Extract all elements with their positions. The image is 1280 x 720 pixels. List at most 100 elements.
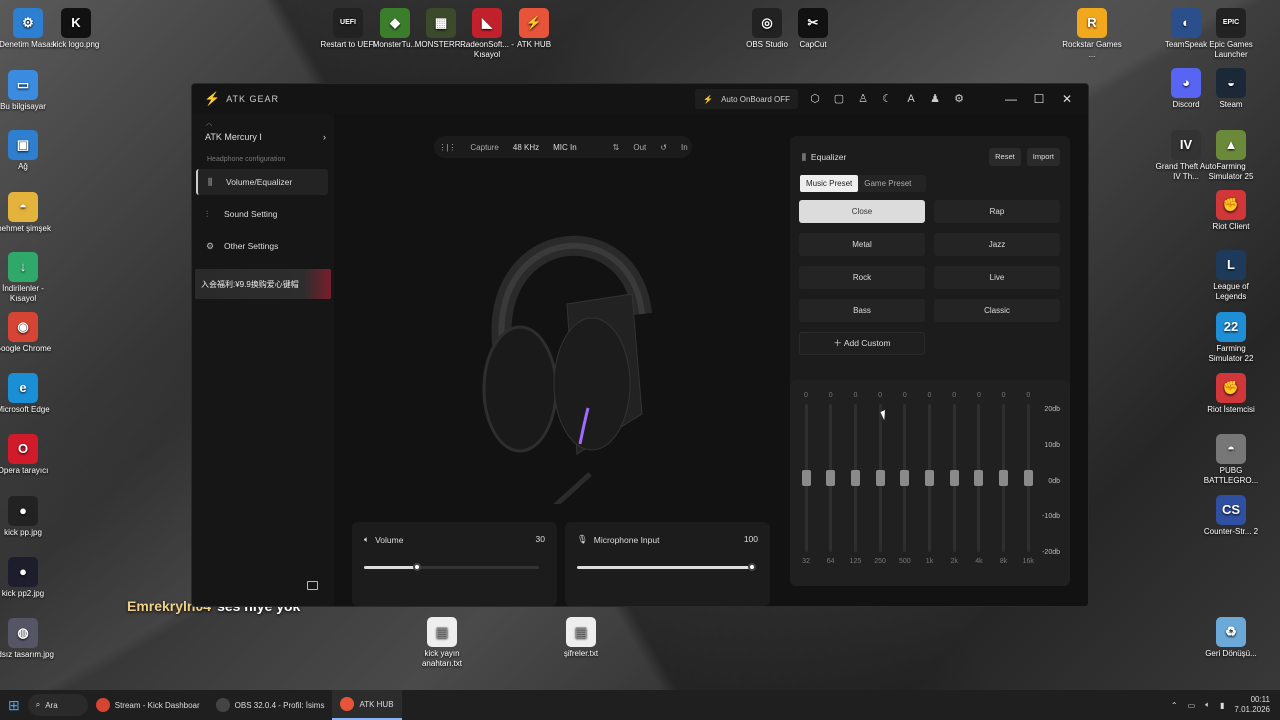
eq-band-thumb[interactable] — [974, 470, 984, 486]
eq-band-slider[interactable] — [801, 404, 811, 552]
desktop-icon-riotist[interactable]: ✊ Riot İstemcisi — [1199, 373, 1263, 415]
preset-rap[interactable]: Rap — [934, 200, 1060, 223]
preset-live[interactable]: Live — [934, 266, 1060, 289]
desktop-icon-rockstar[interactable]: R Rockstar Games ... — [1060, 8, 1124, 60]
add-custom-button[interactable]: ＋ Add Custom — [799, 332, 925, 355]
tab-music-preset[interactable]: Music Preset — [800, 175, 859, 192]
network-icon[interactable]: ▭ — [1188, 701, 1196, 710]
chevron-up-icon[interactable]: ⌃ — [1171, 701, 1178, 710]
clock[interactable]: 00:11 7.01.2026 — [1234, 695, 1270, 715]
desktop-icon-kickpp[interactable]: ● kick pp.jpg — [0, 496, 55, 538]
desktop-icon-geri[interactable]: ♻ Geri Dönüşü... — [1199, 617, 1263, 659]
close-button[interactable]: ✕ — [1058, 92, 1076, 106]
eq-band-slider[interactable] — [875, 404, 885, 552]
desktop-icon-cs2[interactable]: CS Counter-Str... 2 — [1199, 495, 1263, 537]
eq-band: 0 4k — [969, 392, 989, 565]
desktop-icon-opera[interactable]: O Opera tarayıcı — [0, 434, 55, 476]
desktop-icon-label: Farming Simulator 25 — [1208, 162, 1254, 181]
eq-band-thumb[interactable] — [999, 470, 1009, 486]
maximize-button[interactable]: ☐ — [1030, 92, 1048, 106]
volume-icon[interactable]: 🔈︎ — [1205, 700, 1210, 710]
kickpp2-icon: ● — [8, 557, 38, 587]
title-bar: ⚡ ATK GEAR ⚡ Auto OnBoard OFF ⬡ ▢ ♙ ☾ A ♟ … — [192, 84, 1088, 114]
eq-band-value: 0 — [804, 392, 808, 399]
eq-band-slider[interactable] — [1023, 404, 1033, 552]
desktop-icon-fs22[interactable]: 22 Farming Simulator 22 — [1199, 312, 1263, 364]
eq-band-slider[interactable] — [850, 404, 860, 552]
sidebar-item-sound-setting[interactable]: ⫶ Sound Setting — [196, 201, 328, 227]
user-icon[interactable]: ♟ — [928, 92, 942, 106]
desktop-icon-lol[interactable]: L League of Legends — [1199, 250, 1263, 302]
eq-band-thumb[interactable] — [1023, 470, 1033, 486]
eq-band-thumb[interactable] — [801, 470, 811, 486]
search-box[interactable]: ⌕ Ara — [27, 694, 88, 716]
desktop-icon-atkhub[interactable]: ⚡ ATK HUB — [502, 8, 566, 50]
mic-slider-knob[interactable] — [748, 563, 756, 571]
promo-banner[interactable]: 入会福利:¥9.9换购爱心键帽 — [195, 269, 331, 299]
eq-band-slider[interactable] — [925, 404, 934, 552]
desktop-icon-mehmet[interactable]: ◓ mehmet şimşek — [0, 192, 55, 234]
eq-band-slider[interactable] — [949, 404, 959, 552]
eq-band-thumb[interactable] — [925, 470, 934, 486]
desktop-icon-chrome[interactable]: ◉ Google Chrome — [0, 312, 55, 354]
taskbar-app[interactable]: Stream - Kick Dashboar — [88, 690, 208, 720]
eq-band-slider[interactable] — [900, 404, 910, 552]
preset-close[interactable]: Close — [799, 200, 925, 223]
auto-onboard-toggle[interactable]: ⚡ Auto OnBoard OFF — [695, 89, 798, 109]
desktop-icon-steam[interactable]: ◒ Steam — [1199, 68, 1263, 110]
mic-slider[interactable] — [577, 563, 756, 571]
preset-rock[interactable]: Rock — [799, 266, 925, 289]
translate-icon[interactable]: A — [904, 92, 918, 106]
device-selector[interactable]: ◠ ATK Mercury I › — [205, 123, 326, 142]
desktop-icon-kickpp2[interactable]: ● kick pp2.jpg — [0, 557, 55, 599]
reset-button[interactable]: Reset — [989, 148, 1021, 166]
desktop-icon-capcut[interactable]: ✂ CapCut — [781, 8, 845, 50]
desktop-icon-ag[interactable]: ▣ Ağ — [0, 130, 55, 172]
eq-band-thumb[interactable] — [949, 470, 959, 486]
sidebar-item-other-settings[interactable]: ⚙ Other Settings — [196, 233, 328, 259]
import-button[interactable]: Import — [1026, 148, 1060, 166]
desktop-icon-indirilenler[interactable]: ↓ İndirilenler - Kısayol — [0, 252, 55, 304]
eq-band-thumb[interactable] — [875, 470, 885, 486]
desktop-icon-adsiz[interactable]: ◍ Adsız tasarım.jpg — [0, 618, 55, 660]
eq-band-slider[interactable] — [999, 404, 1009, 552]
moon-icon[interactable]: ☾ — [880, 92, 894, 106]
desktop-icon-fs25[interactable]: ▲ Farming Simulator 25 — [1199, 130, 1263, 182]
volume-slider[interactable] — [364, 563, 539, 571]
battery-icon[interactable]: ▮ — [1220, 701, 1224, 710]
eq-band-value: 0 — [976, 392, 981, 399]
section-label: Headphone configuration — [207, 156, 286, 163]
taskbar-app[interactable]: OBS 32.0.4 - Profil: İsims — [208, 690, 333, 720]
preset-bass[interactable]: Bass — [799, 299, 925, 322]
clock-date: 7.01.2026 — [1234, 705, 1270, 714]
desktop-icon-kicklogo[interactable]: Kkick logo.png — [44, 8, 108, 50]
eq-band-slider[interactable] — [974, 404, 984, 552]
desktop-icon-bilgisayar[interactable]: ▭ Bu bilgisayar — [0, 70, 55, 112]
shirt-icon[interactable]: ♙ — [856, 92, 870, 106]
desktop-icon-pubg[interactable]: ◓ PUBG BATTLEGRO... — [1199, 434, 1263, 486]
desktop-icon-epic[interactable]: EPIC Epic Games Launcher — [1199, 8, 1263, 60]
start-button[interactable]: ⊞ — [0, 690, 28, 720]
eq-band-thumb[interactable] — [850, 470, 860, 486]
preset-jazz[interactable]: Jazz — [934, 233, 1060, 256]
desktop-icon-riot[interactable]: ✊ Riot Client — [1199, 190, 1263, 232]
sidebar-toggle-icon[interactable] — [307, 581, 318, 590]
desktop-icon-edge[interactable]: e Microsoft Edge — [0, 373, 55, 415]
minimize-button[interactable]: — — [1002, 92, 1020, 106]
eq-band-thumb[interactable] — [900, 470, 910, 486]
preset-classic[interactable]: Classic — [934, 299, 1060, 322]
chat-icon[interactable]: ▢ — [832, 92, 846, 106]
sidebar: ◠ ATK Mercury I › Headphone configuration … — [192, 114, 334, 606]
desktop-icon-kickyayin[interactable]: ▤ kick yayın anahtarı.txt — [410, 617, 474, 669]
gear-icon[interactable]: ⚙ — [952, 92, 966, 106]
tab-game-preset[interactable]: Game Preset — [858, 175, 917, 192]
preset-metal[interactable]: Metal — [799, 233, 925, 256]
desktop-icon-sifreler[interactable]: ▤ şifreler.txt — [549, 617, 613, 659]
mic-in-label: MIC In — [553, 142, 577, 152]
sidebar-item-volume-equalizer[interactable]: ⫼ Volume/Equalizer — [196, 169, 328, 195]
taskbar-app[interactable]: ATK HUB — [332, 690, 402, 720]
eq-band-thumb[interactable] — [826, 470, 836, 486]
eq-band-slider[interactable] — [826, 404, 836, 552]
volume-slider-knob[interactable] — [412, 563, 421, 571]
cube-icon[interactable]: ⬡ — [808, 92, 822, 106]
